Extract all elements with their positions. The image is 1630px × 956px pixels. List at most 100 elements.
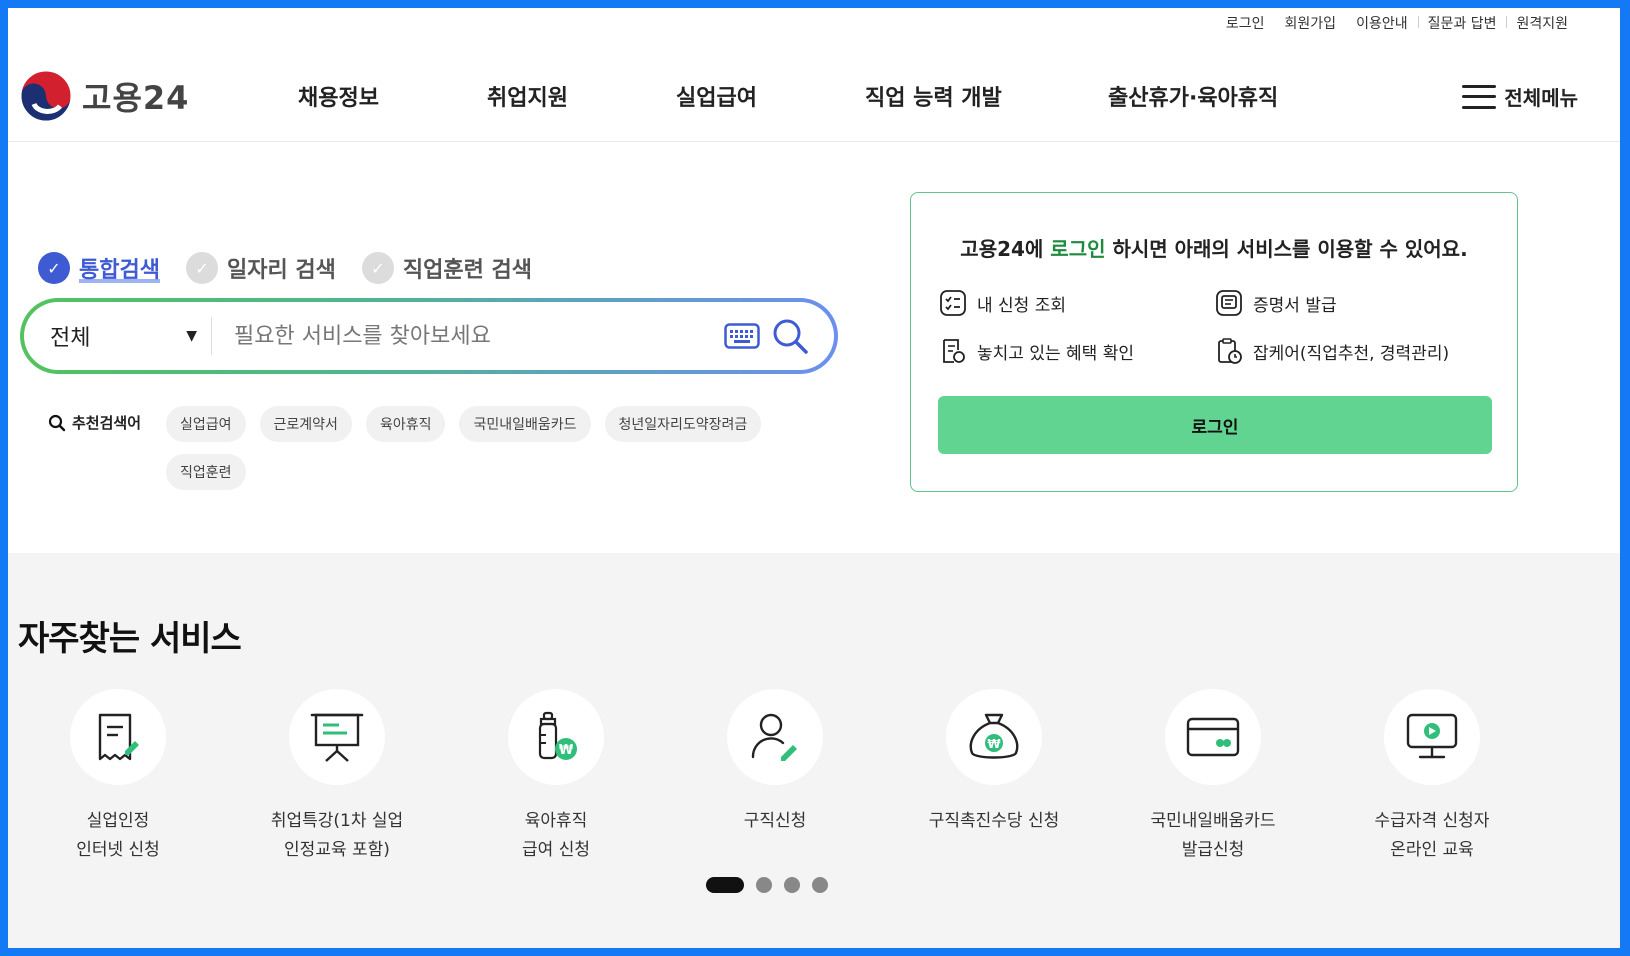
nav-item-employment-support[interactable]: 취업지원	[487, 80, 568, 112]
checklist-icon	[940, 290, 966, 316]
baby-bottle-won-icon: ₩	[538, 711, 577, 760]
svg-text:₩: ₩	[987, 737, 1001, 751]
keyword-chip[interactable]: 실업급여	[166, 406, 246, 442]
service-missed-benefits[interactable]: 놓치고 있는 혜택 확인	[939, 337, 1134, 365]
page-frame: 로그인 회원가입 이용안내 질문과 답변 원격지원 고용24 채용정보 취업지원…	[8, 8, 1620, 948]
taegeuk-logo-icon	[20, 70, 72, 122]
service-certificate[interactable]: 증명서 발급	[1215, 289, 1337, 317]
service-label: 취업특강(1차 실업 인정교육 포함)	[270, 811, 404, 860]
title-suffix: 하시면 아래의 서비스를 이용할 수 있어요.	[1105, 237, 1468, 261]
keyword-chip[interactable]: 육아휴직	[365, 406, 446, 442]
search-icon[interactable]	[770, 316, 810, 356]
service-label: 구직촉진수당 신청	[928, 811, 1060, 831]
pagination-dot[interactable]	[812, 877, 828, 893]
service-label: 내 신청 조회	[977, 295, 1067, 316]
carousel-pagination	[706, 877, 828, 893]
util-remote-link[interactable]: 원격지원	[1506, 13, 1578, 33]
service-item-job-application[interactable]: 구직신청	[675, 689, 875, 836]
service-circle	[289, 689, 385, 785]
magnifier-icon	[48, 414, 66, 431]
pagination-dot[interactable]	[784, 877, 800, 893]
tab-label: 일자리 검색	[226, 258, 336, 283]
nav-item-maternity-leave[interactable]: 출산휴가·육아휴직	[1108, 80, 1278, 112]
all-menu-button[interactable]: 전체메뉴	[1462, 82, 1578, 111]
service-item-online-education[interactable]: 수급자격 신청자 온라인 교육	[1332, 689, 1532, 865]
clipboard-clock-icon	[1218, 338, 1242, 364]
service-item-job-promotion-allowance[interactable]: ₩ 구직촉진수당 신청	[894, 689, 1094, 836]
util-qna-link[interactable]: 질문과 답변	[1417, 13, 1507, 33]
search-category-value: 전체	[50, 326, 91, 351]
header: 고용24 채용정보 취업지원 실업급여 직업 능력 개발 출산휴가·육아휴직 전…	[8, 46, 1620, 142]
reco-label-text: 추천검색어	[72, 414, 142, 432]
pagination-dot-active[interactable]	[706, 877, 744, 893]
service-my-applications[interactable]: 내 신청 조회	[939, 289, 1066, 317]
svg-text:₩: ₩	[559, 743, 574, 758]
keyword-chip[interactable]: 국민내일배움카드	[459, 406, 591, 442]
logo[interactable]: 고용24	[20, 70, 189, 122]
document-search-icon	[943, 339, 965, 363]
keyword-chips: 실업급여 근로계약서 육아휴직 국민내일배움카드 청년일자리도약장려금 직업훈련	[166, 406, 846, 490]
all-menu-label: 전체메뉴	[1504, 86, 1578, 110]
search-tabs: ✓ 통합검색 ✓ 일자리 검색 ✓ 직업훈련 검색	[38, 252, 532, 284]
util-login-link[interactable]: 로그인	[1216, 13, 1275, 33]
tab-training-search[interactable]: ✓ 직업훈련 검색	[361, 252, 532, 284]
nav-item-unemployment-benefit[interactable]: 실업급여	[676, 80, 757, 112]
frequent-services: 자주찾는 서비스 실업인정 인터넷 신청 취업특강(1차 실업 인정교육 포함)…	[8, 553, 1620, 948]
keyword-chip[interactable]: 직업훈련	[166, 454, 246, 490]
service-item-national-training-card[interactable]: 국민내일배움카드 발급신청	[1113, 689, 1313, 865]
service-label: 실업인정 인터넷 신청	[76, 811, 160, 860]
service-label: 구직신청	[743, 811, 807, 831]
service-label: 수급자격 신청자 온라인 교육	[1374, 811, 1490, 860]
service-label: 증명서 발급	[1253, 295, 1337, 316]
monitor-play-icon	[1406, 713, 1458, 759]
keyword-chip[interactable]: 청년일자리도약장려금	[604, 406, 762, 442]
service-circle	[1384, 689, 1480, 785]
credit-card-icon	[1186, 717, 1240, 757]
title-prefix: 고용24에	[960, 237, 1051, 261]
check-circle-icon: ✓	[185, 252, 218, 284]
tab-label: 통합검색	[79, 258, 160, 283]
service-item-parental-leave-benefit[interactable]: ₩ 육아휴직 급여 신청	[456, 689, 656, 865]
util-guide-link[interactable]: 이용안내	[1346, 13, 1418, 33]
check-circle-icon: ✓	[361, 252, 394, 284]
service-circle: ₩	[946, 689, 1042, 785]
service-item-unemployment-recognition[interactable]: 실업인정 인터넷 신청	[18, 689, 218, 865]
caret-down-icon: ▼	[186, 328, 197, 344]
service-circle	[1165, 689, 1261, 785]
utility-nav: 로그인 회원가입 이용안내 질문과 답변 원격지원	[1216, 8, 1578, 38]
service-item-job-lecture[interactable]: 취업특강(1차 실업 인정교육 포함)	[237, 689, 437, 865]
service-jobcare[interactable]: 잡케어(직업추천, 경력관리)	[1215, 337, 1449, 365]
keyboard-icon[interactable]	[724, 323, 760, 349]
hamburger-icon	[1462, 84, 1497, 109]
service-label: 육아휴직 급여 신청	[522, 811, 590, 860]
money-bag-won-icon: ₩	[969, 713, 1019, 759]
nav-item-vocational-training[interactable]: 직업 능력 개발	[865, 80, 1002, 112]
util-signup-link[interactable]: 회원가입	[1275, 13, 1347, 33]
service-label: 국민내일배움카드 발급신청	[1150, 811, 1276, 860]
tab-integrated-search[interactable]: ✓ 통합검색	[38, 252, 160, 284]
pagination-dot[interactable]	[756, 877, 772, 893]
person-pen-icon	[751, 713, 797, 761]
check-circle-icon: ✓	[38, 252, 70, 284]
document-pen-icon	[98, 713, 139, 761]
service-circle	[70, 689, 166, 785]
certificate-icon	[1216, 290, 1242, 316]
search-box: 전체 ▼	[20, 298, 838, 374]
tab-job-search[interactable]: ✓ 일자리 검색	[185, 252, 336, 284]
search-box-inner: 전체 ▼	[24, 302, 834, 370]
service-circle: ₩	[508, 689, 604, 785]
section-title: 자주찾는 서비스	[18, 619, 242, 659]
title-highlight: 로그인	[1050, 237, 1106, 261]
login-button[interactable]: 로그인	[938, 396, 1492, 454]
nav-item-jobs[interactable]: 채용정보	[298, 80, 379, 112]
service-label: 잡케어(직업추천, 경력관리)	[1253, 343, 1450, 364]
keyword-chip[interactable]: 근로계약서	[259, 406, 352, 442]
login-panel: 고용24에 로그인 하시면 아래의 서비스를 이용할 수 있어요. 내 신청 조…	[910, 192, 1518, 492]
service-circle	[727, 689, 823, 785]
tab-label: 직업훈련 검색	[402, 258, 532, 283]
search-input[interactable]	[212, 323, 724, 349]
presentation-board-icon	[310, 713, 364, 762]
logo-text: 고용24	[82, 79, 190, 117]
login-panel-title: 고용24에 로그인 하시면 아래의 서비스를 이용할 수 있어요.	[911, 233, 1517, 262]
search-category-select[interactable]: 전체 ▼	[24, 317, 212, 355]
